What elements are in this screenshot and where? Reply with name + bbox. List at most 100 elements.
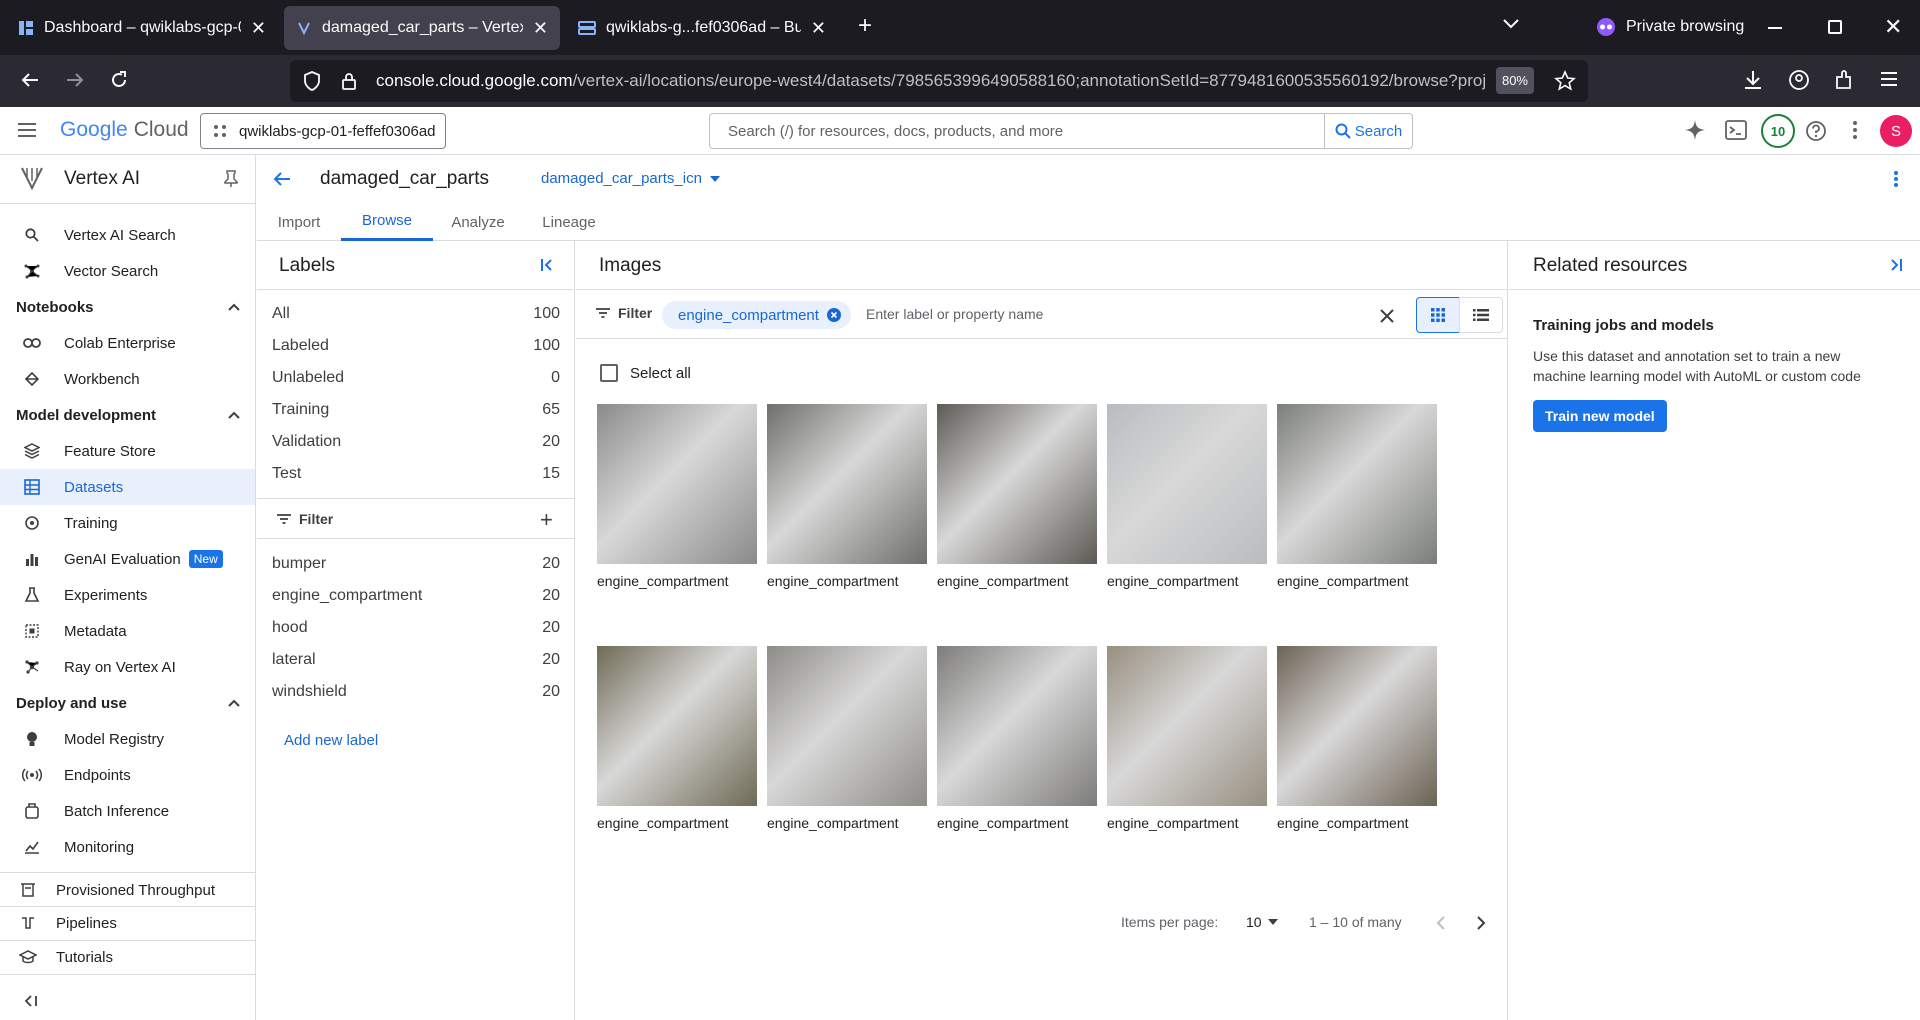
sidebar-item-provisioned-throughput[interactable]: Provisioned Throughput xyxy=(0,874,255,906)
project-selector-button[interactable]: qwiklabs-gcp-01-feffef0306ad xyxy=(200,113,446,149)
items-per-page-select[interactable]: 10 xyxy=(1246,914,1278,930)
reload-icon[interactable] xyxy=(109,70,129,90)
label-stat-labeled[interactable]: Labeled 100 xyxy=(272,330,560,362)
collapse-labels-icon[interactable] xyxy=(540,258,554,272)
sidebar-item-endpoints[interactable]: Endpoints xyxy=(0,757,255,793)
label-stat-all[interactable]: All 100 xyxy=(272,298,560,330)
next-page-icon[interactable] xyxy=(1476,916,1486,930)
sidebar-item-monitoring[interactable]: Monitoring xyxy=(0,829,255,865)
label-row-bumper[interactable]: bumper 20 xyxy=(272,548,560,580)
sidebar-item-batch-inference[interactable]: Batch Inference xyxy=(0,793,255,829)
section-deploy-and-use[interactable]: Deploy and use xyxy=(16,685,240,721)
label-row-hood[interactable]: hood 20 xyxy=(272,612,560,644)
label-stat-training[interactable]: Training 65 xyxy=(272,394,560,426)
zoom-level-badge[interactable]: 80% xyxy=(1495,67,1534,94)
back-arrow-icon[interactable] xyxy=(273,170,291,188)
image-thumbnail[interactable] xyxy=(1107,404,1267,564)
tab-analyze[interactable]: Analyze xyxy=(433,203,523,241)
tab-browse[interactable]: Browse xyxy=(341,203,433,241)
label-row-engine-compartment[interactable]: engine_compartment 20 xyxy=(272,580,560,612)
sidebar-item-ray-on-vertex-ai[interactable]: Ray on Vertex AI xyxy=(0,649,255,685)
cloud-shell-icon[interactable] xyxy=(1725,120,1747,140)
forward-icon[interactable] xyxy=(65,70,85,90)
annotation-set-dropdown[interactable]: damaged_car_parts_icn xyxy=(541,170,720,187)
clear-filter-icon[interactable] xyxy=(1380,309,1394,323)
shield-icon[interactable] xyxy=(290,71,334,91)
label-stat-test[interactable]: Test 15 xyxy=(272,458,560,490)
image-thumbnail[interactable] xyxy=(1277,404,1437,564)
notifications-count-badge[interactable]: 10 xyxy=(1761,114,1795,148)
label-stat-validation[interactable]: Validation 20 xyxy=(272,426,560,458)
menu-icon[interactable] xyxy=(1880,71,1898,87)
section-notebooks[interactable]: Notebooks xyxy=(16,289,240,325)
image-thumbnail[interactable] xyxy=(937,404,1097,564)
add-label-plus-icon[interactable]: + xyxy=(540,509,553,531)
gemini-sparkle-icon[interactable] xyxy=(1684,119,1706,141)
filter-input[interactable]: Enter label or property name xyxy=(866,306,1043,322)
tab-import[interactable]: Import xyxy=(257,203,341,241)
checkbox-box[interactable] xyxy=(600,364,618,382)
sidebar-item-vector-search[interactable]: Vector Search xyxy=(0,253,255,289)
collapse-sidebar-icon[interactable] xyxy=(24,995,38,1007)
more-vert-icon[interactable] xyxy=(1852,120,1858,140)
help-icon[interactable] xyxy=(1805,120,1827,142)
browser-tab-dashboard[interactable]: Dashboard – qwiklabs-gcp-01-f ✕ xyxy=(6,6,278,50)
select-all-checkbox[interactable]: Select all xyxy=(600,364,691,382)
sidebar-item-genai-evaluation[interactable]: GenAI Evaluation New xyxy=(0,541,255,577)
sidebar-item-vertex-ai-search[interactable]: Vertex AI Search xyxy=(0,217,255,253)
lock-icon[interactable] xyxy=(334,72,364,90)
labels-filter-button[interactable]: Filter xyxy=(277,511,333,527)
train-new-model-button[interactable]: Train new model xyxy=(1533,400,1667,432)
image-thumbnail[interactable] xyxy=(937,646,1097,806)
image-thumbnail[interactable] xyxy=(1107,646,1267,806)
image-thumbnail[interactable] xyxy=(767,646,927,806)
address-bar[interactable]: console.cloud.google.com/vertex-ai/locat… xyxy=(290,60,1588,102)
sidebar-item-workbench[interactable]: Workbench xyxy=(0,361,255,397)
remove-chip-icon[interactable] xyxy=(826,308,841,322)
new-tab-icon[interactable]: + xyxy=(858,14,872,38)
sidebar-item-tutorials[interactable]: Tutorials xyxy=(0,941,255,973)
chevron-up-icon[interactable] xyxy=(228,699,240,707)
image-thumbnail[interactable] xyxy=(597,646,757,806)
image-thumbnail[interactable] xyxy=(597,404,757,564)
restore-icon[interactable] xyxy=(1828,20,1842,34)
close-window-icon[interactable]: ✕ xyxy=(1884,14,1902,40)
hamburger-menu-icon[interactable] xyxy=(17,122,37,138)
downloads-icon[interactable] xyxy=(1743,69,1763,91)
tab-lineage[interactable]: Lineage xyxy=(523,203,615,241)
label-stat-unlabeled[interactable]: Unlabeled 0 xyxy=(272,362,560,394)
pin-icon[interactable] xyxy=(224,170,238,188)
chevron-up-icon[interactable] xyxy=(228,411,240,419)
image-thumbnail[interactable] xyxy=(1277,646,1437,806)
section-model-development[interactable]: Model development xyxy=(16,397,240,433)
page-more-vert-icon[interactable] xyxy=(1893,170,1899,188)
close-tab-icon[interactable]: ✕ xyxy=(811,18,826,39)
account-icon[interactable] xyxy=(1788,69,1810,91)
search-bar[interactable]: Search (/) for resources, docs, products… xyxy=(709,113,1413,149)
sidebar-item-datasets[interactable]: Datasets xyxy=(0,469,255,505)
browser-tab-vertex[interactable]: damaged_car_parts – Vertex AI ✕ xyxy=(284,6,560,50)
add-new-label-link[interactable]: Add new label xyxy=(284,732,378,749)
sidebar-item-feature-store[interactable]: Feature Store xyxy=(0,433,255,469)
sidebar-item-metadata[interactable]: Metadata xyxy=(0,613,255,649)
sidebar-item-colab-enterprise[interactable]: Colab Enterprise xyxy=(0,325,255,361)
close-tab-icon[interactable]: ✕ xyxy=(251,18,266,39)
bookmark-star-icon[interactable] xyxy=(1554,70,1576,92)
google-cloud-logo[interactable]: Google Cloud xyxy=(60,118,189,142)
chevron-up-icon[interactable] xyxy=(228,303,240,311)
minimize-icon[interactable] xyxy=(1768,27,1782,29)
browser-tab-bucket[interactable]: qwiklabs-g...fef0306ad – Bucket ✕ xyxy=(566,6,838,50)
sidebar-item-experiments[interactable]: Experiments xyxy=(0,577,255,613)
search-button[interactable]: Search xyxy=(1324,114,1412,148)
grid-view-button[interactable] xyxy=(1416,297,1460,333)
images-filter-button[interactable]: Filter xyxy=(596,305,652,321)
sidebar-item-training[interactable]: Training xyxy=(0,505,255,541)
extensions-icon[interactable] xyxy=(1834,69,1854,91)
label-row-windshield[interactable]: windshield 20 xyxy=(272,676,560,708)
prev-page-icon[interactable] xyxy=(1436,916,1446,930)
label-row-lateral[interactable]: lateral 20 xyxy=(272,644,560,676)
sidebar-item-pipelines[interactable]: Pipelines xyxy=(0,907,255,939)
image-thumbnail[interactable] xyxy=(767,404,927,564)
list-tabs-icon[interactable] xyxy=(1502,18,1520,30)
sidebar-item-model-registry[interactable]: Model Registry xyxy=(0,721,255,757)
